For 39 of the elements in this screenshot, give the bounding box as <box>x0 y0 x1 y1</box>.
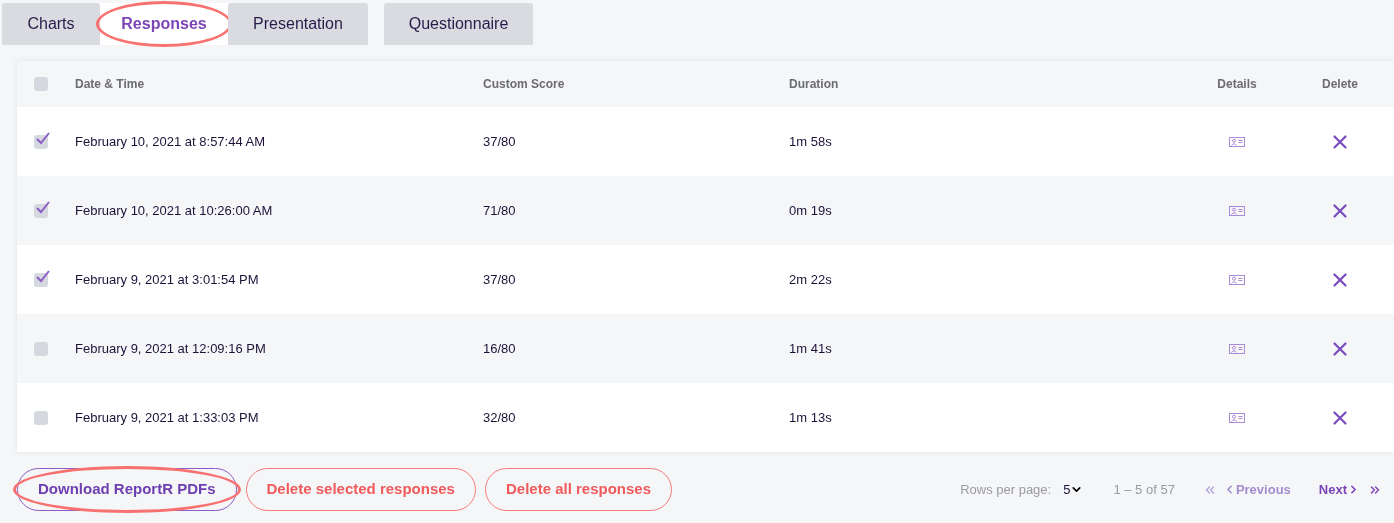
rows-per-page-select[interactable]: 5 <box>1063 479 1084 500</box>
next-button[interactable]: Next <box>1318 479 1360 500</box>
table-cell-text: 16/80 <box>483 339 516 358</box>
table-cell-text: 1m 13s <box>789 408 832 427</box>
table-cell-text: 71/80 <box>483 201 516 220</box>
tab[interactable]: Presentation <box>228 3 368 45</box>
column-header: Delete <box>1322 76 1358 93</box>
tab[interactable]: Responses <box>100 3 228 45</box>
table-cell-text: 0m 19s <box>789 201 832 220</box>
table-cell-text: February 9, 2021 at 3:01:54 PM <box>75 270 259 289</box>
column-header: Details <box>1217 76 1257 93</box>
checkbox[interactable] <box>34 203 48 218</box>
page-range: 1 – 5 of 57 <box>1113 480 1175 499</box>
checkbox[interactable] <box>34 272 48 287</box>
table-cell-text: 1m 41s <box>789 339 832 358</box>
checkbox[interactable] <box>34 77 48 91</box>
table-cell-text: February 10, 2021 at 10:26:00 AM <box>75 201 273 220</box>
id-card-icon[interactable] <box>1229 412 1245 423</box>
tab[interactable]: Questionnaire <box>384 3 533 45</box>
tab[interactable]: Charts <box>2 3 100 45</box>
column-header: Custom Score <box>483 77 565 91</box>
id-card-icon[interactable] <box>1229 136 1245 147</box>
table-cell-text: 1m 58s <box>789 132 832 151</box>
id-card-icon[interactable] <box>1229 343 1245 354</box>
table-cell-text: 37/80 <box>483 270 516 289</box>
checkbox[interactable] <box>34 134 48 149</box>
column-header: Date & Time <box>75 77 145 91</box>
id-card-icon[interactable] <box>1229 274 1245 285</box>
table-cell-text: February 9, 2021 at 12:09:16 PM <box>75 339 266 358</box>
rows-per-page-label: Rows per page: <box>960 480 1052 499</box>
table-cell-text: February 9, 2021 at 1:33:03 PM <box>75 408 259 427</box>
id-card-icon[interactable] <box>1229 205 1245 216</box>
table-cell-text: 37/80 <box>483 132 516 151</box>
column-header: Duration <box>789 77 839 91</box>
checkbox[interactable] <box>34 410 48 425</box>
table-cell-text: 32/80 <box>483 408 516 427</box>
table-cell-text: 2m 22s <box>789 270 832 289</box>
checkbox[interactable] <box>34 341 48 356</box>
table-cell-text: February 10, 2021 at 8:57:44 AM <box>75 132 266 151</box>
